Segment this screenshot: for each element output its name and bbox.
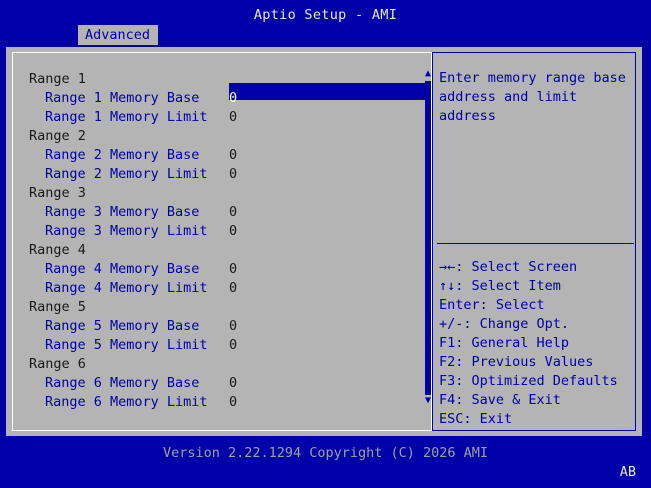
setup-body: Range 1 Range 1 Memory Base 0 Range 1 Memor…: [6, 47, 642, 436]
setting-label[interactable]: Range 5 Memory Base: [45, 317, 199, 336]
setting-value[interactable]: 0: [229, 165, 237, 184]
help-pane: Enter memory range base address and limi…: [433, 52, 636, 431]
setting-label[interactable]: Range 2 Memory Limit: [45, 165, 208, 184]
setting-value[interactable]: 0: [229, 317, 237, 336]
version-text: Version 2.22.1294 Copyright (C) 2026 AMI: [162, 445, 489, 461]
setting-label[interactable]: Range 1 Memory Base: [45, 89, 199, 108]
key-change-opt: +/-: Change Opt.: [439, 316, 570, 332]
setting-value[interactable]: 0: [229, 393, 237, 412]
section-heading: Range 3: [29, 185, 86, 201]
footer: Version 2.22.1294 Copyright (C) 2026 AMI…: [0, 436, 651, 488]
setting-label[interactable]: Range 4 Memory Limit: [45, 279, 208, 298]
section-heading: Range 6: [29, 356, 86, 372]
key-general-help: F1: General Help: [439, 335, 570, 351]
key-save-exit: F4: Save & Exit: [439, 392, 561, 408]
setting-label[interactable]: Range 4 Memory Base: [45, 260, 199, 279]
setting-value[interactable]: 0: [229, 336, 237, 355]
corner-badge: AB: [619, 464, 636, 480]
section-heading: Range 2: [29, 128, 86, 144]
setting-value[interactable]: 0: [229, 222, 237, 241]
tab-advanced[interactable]: Advanced: [78, 25, 158, 45]
setting-value[interactable]: 0: [229, 279, 237, 298]
section-heading: Range 4: [29, 242, 86, 258]
key-enter: Enter: Select: [439, 297, 545, 313]
section-heading: Range 5: [29, 299, 86, 315]
scrollbar[interactable]: ▲ ▼: [425, 69, 431, 406]
selection-highlight: [229, 83, 427, 100]
key-legend: →←: Select Screen ↑↓: Select Item Enter:…: [439, 258, 634, 429]
settings-pane: Range 1 Range 1 Memory Base 0 Range 1 Memor…: [12, 52, 432, 431]
section-heading: Range 1: [29, 71, 86, 87]
key-select-item: ↑↓: Select Item: [439, 278, 561, 294]
setting-label[interactable]: Range 5 Memory Limit: [45, 336, 208, 355]
setting-label[interactable]: Range 3 Memory Limit: [45, 222, 208, 241]
setting-value[interactable]: 0: [229, 260, 237, 279]
setting-value[interactable]: 0: [229, 374, 237, 393]
app-title: Aptio Setup - AMI: [253, 7, 398, 23]
key-optimized-defaults: F3: Optimized Defaults: [439, 373, 618, 389]
key-previous-values: F2: Previous Values: [439, 354, 594, 370]
setting-label[interactable]: Range 1 Memory Limit: [45, 108, 208, 127]
setting-value[interactable]: 0: [229, 203, 237, 222]
help-text: Enter memory range base address and limi…: [439, 70, 635, 124]
title-bar: Aptio Setup - AMI Advanced: [0, 0, 651, 48]
key-select-screen: →←: Select Screen: [439, 259, 578, 275]
setting-label[interactable]: Range 6 Memory Limit: [45, 393, 208, 412]
help-divider: [437, 243, 634, 244]
setting-value[interactable]: 0: [229, 89, 237, 108]
setting-label[interactable]: Range 2 Memory Base: [45, 146, 199, 165]
key-exit: ESC: Exit: [439, 411, 513, 427]
setting-label[interactable]: Range 6 Memory Base: [45, 374, 199, 393]
setting-value[interactable]: 0: [229, 108, 237, 127]
setting-label[interactable]: Range 3 Memory Base: [45, 203, 199, 222]
setting-value[interactable]: 0: [229, 146, 237, 165]
scroll-thumb[interactable]: [425, 81, 431, 395]
